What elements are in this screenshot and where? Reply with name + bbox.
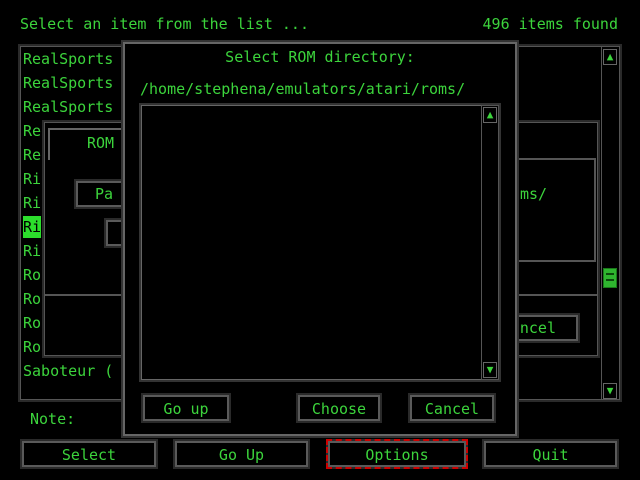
item-count: 496 items found bbox=[482, 15, 618, 33]
list-scrollbar[interactable] bbox=[601, 46, 620, 400]
list-item[interactable]: Ri bbox=[23, 216, 41, 238]
list-item[interactable]: Ro bbox=[23, 264, 41, 286]
rom-directory-path: /home/stephena/emulators/atari/roms/ bbox=[140, 80, 466, 98]
directory-scrollbar[interactable] bbox=[481, 105, 499, 380]
header-prompt: Select an item from the list ... bbox=[20, 15, 309, 33]
list-item[interactable]: RealSports bbox=[23, 96, 121, 118]
list-item[interactable]: Ro bbox=[23, 288, 41, 310]
background-dialog-path-field bbox=[514, 158, 596, 262]
background-dialog-title: ROM bbox=[87, 134, 115, 152]
list-item[interactable]: Saboteur ( bbox=[23, 360, 121, 382]
list-item[interactable]: RealSports bbox=[23, 72, 121, 94]
directory-list[interactable] bbox=[139, 103, 501, 382]
list-scroll-up-icon[interactable]: ▲ bbox=[603, 49, 617, 65]
list-item[interactable]: RealSports bbox=[23, 48, 121, 70]
select-button[interactable]: Select bbox=[20, 439, 158, 469]
go-up-main-button[interactable]: Go Up bbox=[173, 439, 310, 469]
directory-scroll-down-icon[interactable]: ▼ bbox=[483, 362, 497, 378]
options-button[interactable]: Options bbox=[326, 439, 468, 469]
choose-button[interactable]: Choose bbox=[296, 393, 382, 423]
directory-scroll-up-icon[interactable]: ▲ bbox=[483, 107, 497, 123]
cancel-button[interactable]: Cancel bbox=[408, 393, 496, 423]
list-item[interactable]: Ri bbox=[23, 168, 41, 190]
go-up-button[interactable]: Go up bbox=[141, 393, 231, 423]
list-item[interactable]: Ri bbox=[23, 240, 41, 262]
list-item[interactable]: Re bbox=[23, 120, 41, 142]
note-label: Note: bbox=[30, 410, 76, 428]
background-dialog-path: ms/ bbox=[520, 185, 548, 203]
list-item[interactable]: Re bbox=[23, 144, 41, 166]
list-item[interactable]: Ro bbox=[23, 312, 41, 334]
quit-button[interactable]: Quit bbox=[482, 439, 619, 469]
list-item[interactable]: Ro bbox=[23, 336, 41, 358]
list-item[interactable]: Ri bbox=[23, 192, 41, 214]
list-scroll-thumb[interactable] bbox=[603, 268, 617, 288]
rom-directory-dialog-title: Select ROM directory: bbox=[225, 48, 415, 66]
background-dialog-path-button-label: Pa bbox=[94, 185, 114, 203]
list-scroll-down-icon[interactable]: ▼ bbox=[603, 383, 617, 399]
